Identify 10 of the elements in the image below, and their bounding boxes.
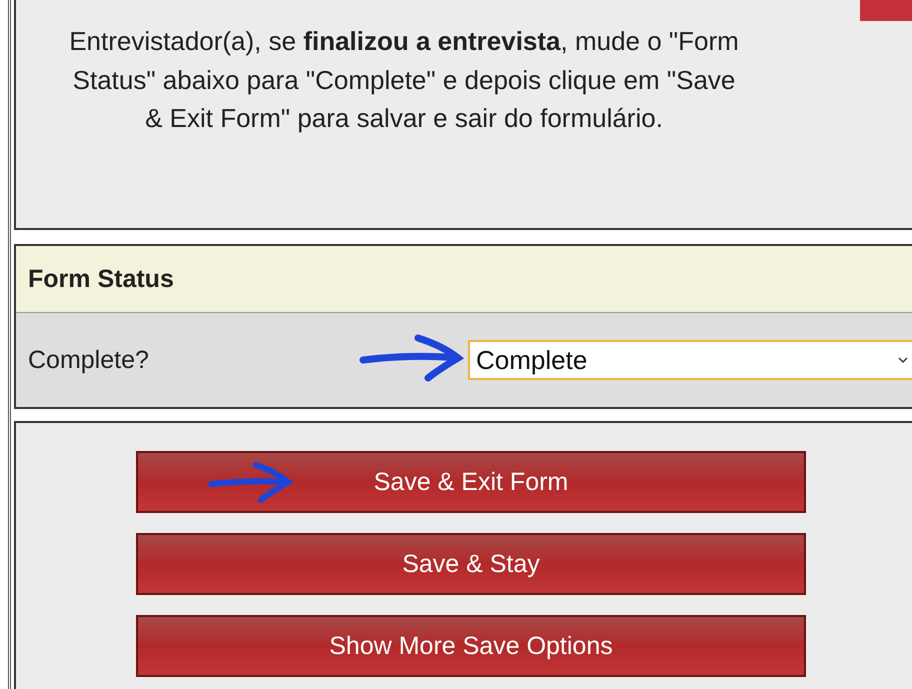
instructions-text: Entrevistador(a), se finalizou a entrevista, mude o "Form Status" abaixo para "Complete" e depois clique em "Save & Exit Form" para salvar e sair do formulário. [68, 25, 740, 135]
annotation-arrow-icon [206, 460, 296, 504]
status-dropdown[interactable]: Complete [468, 340, 912, 380]
section-title: Form Status [28, 264, 174, 294]
save-button[interactable]: Show More Save Options [136, 615, 806, 677]
button-edge [860, 0, 912, 21]
save-button[interactable]: Save & Stay [136, 533, 806, 595]
save-button[interactable]: Save & Exit Form [136, 451, 806, 513]
caret-icon [898, 357, 908, 363]
field-label: Complete? [28, 346, 149, 374]
